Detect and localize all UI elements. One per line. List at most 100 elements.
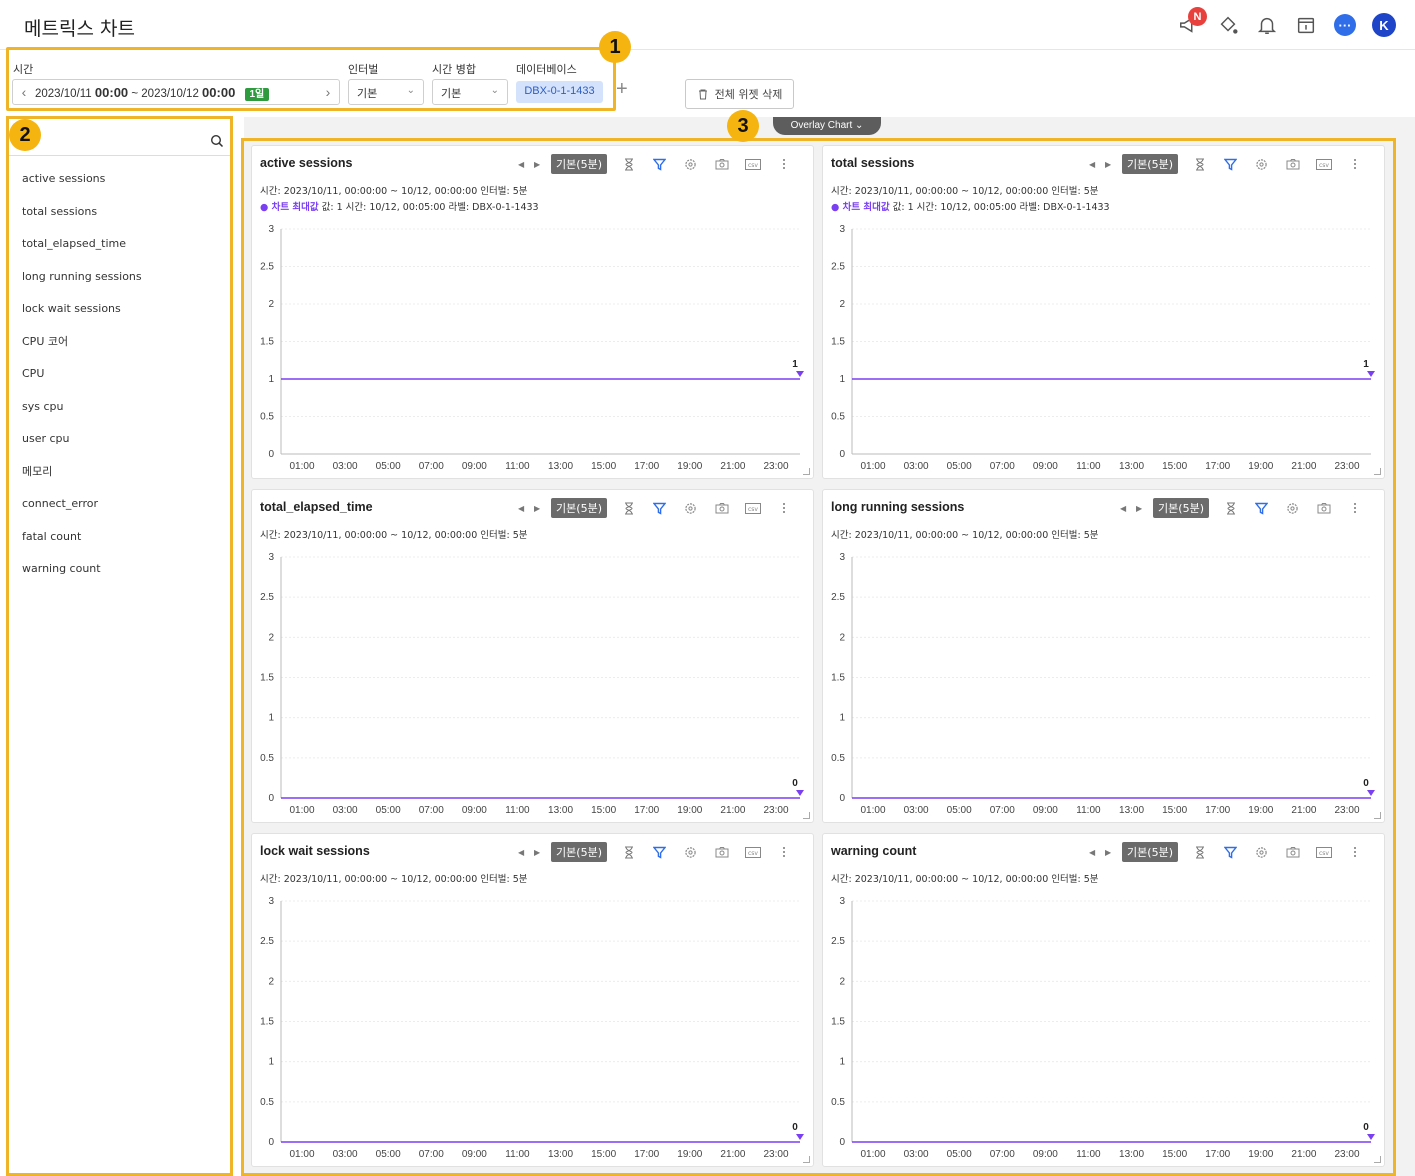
search-icon[interactable] [210, 134, 224, 148]
svg-text:csv: csv [1319, 850, 1329, 857]
megaphone-icon[interactable]: N [1176, 7, 1207, 38]
metric-list-item[interactable]: total_elapsed_time [9, 234, 230, 267]
prev-page-icon[interactable]: ◀ [513, 848, 529, 857]
more-menu-icon[interactable] [1339, 502, 1370, 514]
interval-badge[interactable]: 기본(5분) [551, 498, 607, 518]
more-menu-icon[interactable] [1339, 158, 1370, 170]
hourglass-icon[interactable] [613, 158, 644, 171]
interval-badge[interactable]: 기본(5분) [1153, 498, 1209, 518]
camera-icon[interactable] [1277, 846, 1308, 858]
y-tick-label: 0.5 [831, 753, 845, 764]
camera-icon[interactable] [706, 502, 737, 514]
more-menu-icon[interactable] [768, 502, 799, 514]
x-tick-label: 07:00 [419, 805, 444, 816]
overlay-chart-button[interactable]: Overlay Chart ⌄ [773, 117, 881, 135]
user-avatar[interactable]: K [1371, 12, 1397, 38]
camera-icon[interactable] [1308, 502, 1339, 514]
next-range-icon[interactable]: › [317, 84, 339, 100]
metric-list-item[interactable]: CPU 코어 [9, 332, 230, 365]
interval-badge[interactable]: 기본(5분) [551, 154, 607, 174]
metric-list-item[interactable]: CPU [9, 364, 230, 397]
settings-icon[interactable] [1246, 846, 1277, 859]
metric-list-item[interactable]: active sessions [9, 169, 230, 202]
hourglass-icon[interactable] [1184, 158, 1215, 171]
next-page-icon[interactable]: ▶ [1100, 848, 1116, 857]
hourglass-icon[interactable] [1215, 502, 1246, 515]
next-page-icon[interactable]: ▶ [529, 848, 545, 857]
y-tick-label: 1.5 [260, 1017, 274, 1028]
x-tick-label: 11:00 [505, 461, 530, 472]
settings-icon[interactable] [1246, 158, 1277, 171]
more-menu-icon[interactable] [1339, 846, 1370, 858]
metric-list-item[interactable]: sys cpu [9, 397, 230, 430]
csv-download-icon[interactable]: csv [737, 502, 768, 514]
metric-list-item[interactable]: lock wait sessions [9, 299, 230, 332]
csv-download-icon[interactable]: csv [737, 158, 768, 170]
add-database-icon[interactable]: + [616, 78, 628, 101]
resize-handle[interactable] [803, 468, 810, 475]
metric-list-item[interactable]: fatal count [9, 527, 230, 560]
merge-select[interactable]: 기본 ⌄ [432, 79, 508, 105]
metric-list-item[interactable]: connect_error [9, 494, 230, 527]
next-page-icon[interactable]: ▶ [529, 160, 545, 169]
resize-handle[interactable] [803, 812, 810, 819]
camera-icon[interactable] [706, 846, 737, 858]
prev-page-icon[interactable]: ◀ [513, 160, 529, 169]
bell-icon[interactable] [1254, 12, 1280, 38]
csv-download-icon[interactable]: csv [1308, 158, 1339, 170]
camera-icon[interactable] [1277, 158, 1308, 170]
settings-icon[interactable] [1277, 502, 1308, 515]
x-tick-label: 05:00 [947, 1149, 972, 1160]
filter-icon[interactable] [1215, 158, 1246, 171]
filter-icon[interactable] [644, 158, 675, 171]
x-tick-label: 17:00 [634, 1149, 659, 1160]
next-page-icon[interactable]: ▶ [529, 504, 545, 513]
interval-badge[interactable]: 기본(5분) [1122, 842, 1178, 862]
more-menu-icon[interactable] [768, 158, 799, 170]
annotation-number-3: 3 [727, 110, 759, 142]
metric-list-item[interactable]: warning count [9, 559, 230, 592]
prev-page-icon[interactable]: ◀ [1084, 848, 1100, 857]
chart-info: 시간: 2023/10/11, 00:00:00 ~ 10/12, 00:00:… [831, 874, 1099, 885]
settings-icon[interactable] [675, 158, 706, 171]
chart-card: 0 0.5 1 1.5 2 2.5 3 01:00 03:00 05:00 07:00 09:00 11… [251, 145, 814, 479]
metric-search-input[interactable] [9, 126, 230, 156]
filter-icon[interactable] [644, 502, 675, 515]
chat-icon[interactable]: ··· [1332, 12, 1358, 38]
filter-icon[interactable] [1215, 846, 1246, 859]
next-page-icon[interactable]: ▶ [1131, 504, 1147, 513]
filter-icon[interactable] [644, 846, 675, 859]
prev-range-icon[interactable]: ‹ [13, 84, 35, 100]
hourglass-icon[interactable] [613, 846, 644, 859]
csv-download-icon[interactable]: csv [737, 846, 768, 858]
database-tag[interactable]: DBX-0-1-1433 [516, 81, 603, 103]
hourglass-icon[interactable] [613, 502, 644, 515]
resize-handle[interactable] [1374, 1156, 1381, 1163]
x-tick-label: 07:00 [419, 461, 444, 472]
resize-handle[interactable] [1374, 812, 1381, 819]
prev-page-icon[interactable]: ◀ [1084, 160, 1100, 169]
delete-all-widgets-button[interactable]: 전체 위젯 삭제 [685, 79, 794, 109]
metric-list-item[interactable]: 메모리 [9, 462, 230, 495]
metric-list-item[interactable]: user cpu [9, 429, 230, 462]
resize-handle[interactable] [803, 1156, 810, 1163]
paint-bucket-icon[interactable] [1215, 12, 1241, 38]
interval-badge[interactable]: 기본(5분) [1122, 154, 1178, 174]
settings-icon[interactable] [675, 502, 706, 515]
prev-page-icon[interactable]: ◀ [513, 504, 529, 513]
camera-icon[interactable] [706, 158, 737, 170]
metric-list-item[interactable]: long running sessions [9, 267, 230, 300]
next-page-icon[interactable]: ▶ [1100, 160, 1116, 169]
csv-download-icon[interactable]: csv [1308, 846, 1339, 858]
more-menu-icon[interactable] [768, 846, 799, 858]
prev-page-icon[interactable]: ◀ [1115, 504, 1131, 513]
interval-badge[interactable]: 기본(5분) [551, 842, 607, 862]
time-range-picker[interactable]: ‹ 2023/10/11 00:00 ~ 2023/10/12 00:00 1일… [12, 79, 340, 105]
metric-list-item[interactable]: total sessions [9, 202, 230, 235]
resize-handle[interactable] [1374, 468, 1381, 475]
hourglass-icon[interactable] [1184, 846, 1215, 859]
settings-icon[interactable] [675, 846, 706, 859]
filter-icon[interactable] [1246, 502, 1277, 515]
calendar-icon[interactable] [1293, 12, 1319, 38]
interval-select[interactable]: 기본 ⌄ [348, 79, 424, 105]
